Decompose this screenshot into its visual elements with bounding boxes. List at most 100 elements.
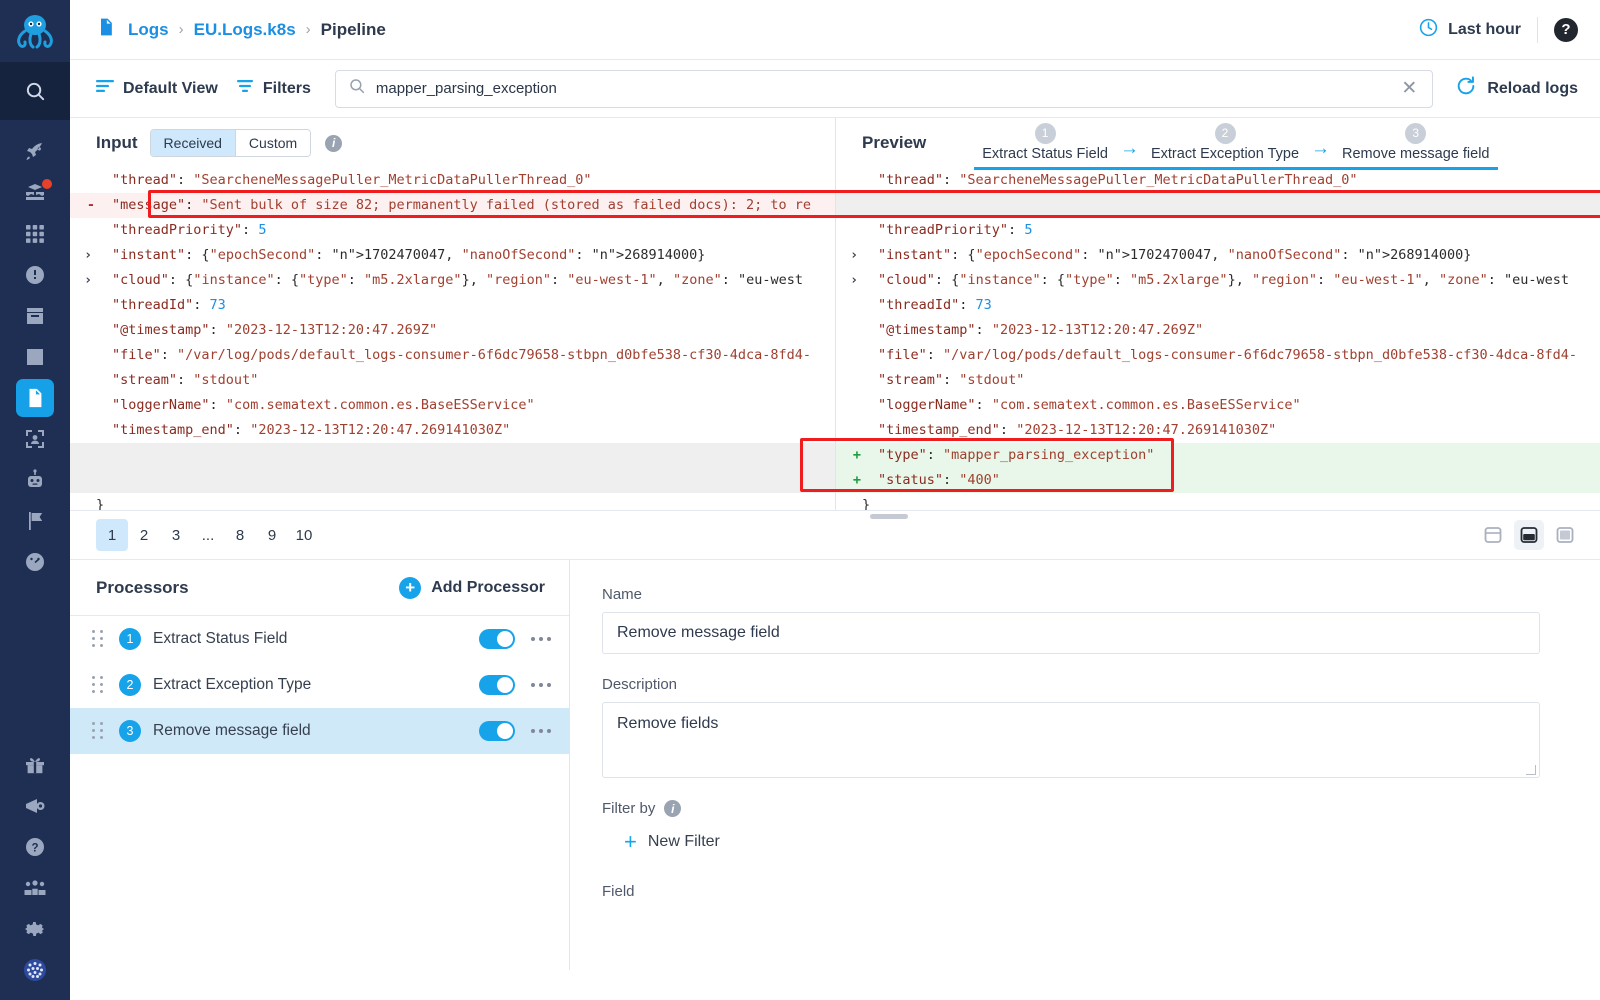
page-button-8[interactable]: 8 xyxy=(224,519,256,551)
processors-header: Processors + Add Processor xyxy=(70,560,569,616)
step-3[interactable]: 3 Remove message field xyxy=(1334,122,1498,162)
page-button-10[interactable]: 10 xyxy=(288,519,320,551)
info-icon[interactable]: i xyxy=(325,134,343,152)
sidebar-item-account-globe-icon[interactable] xyxy=(0,950,70,990)
drag-handle-icon[interactable] xyxy=(92,630,105,648)
sidebar-item-alerts-icon[interactable] xyxy=(0,255,70,295)
processor-detail-form: Name Remove message field Description Re… xyxy=(570,560,1600,970)
add-processor-button[interactable]: + Add Processor xyxy=(399,576,545,599)
help-icon[interactable]: ? xyxy=(1554,17,1578,42)
default-view-button[interactable]: Default View xyxy=(96,78,218,99)
processor-row-2[interactable]: 2 Extract Exception Type xyxy=(70,662,569,708)
chevron-right-icon[interactable]: › xyxy=(84,243,92,268)
step-1[interactable]: 1 Extract Status Field xyxy=(974,122,1116,162)
search-input[interactable] xyxy=(375,80,1389,97)
sidebar-item-inbox-icon[interactable] xyxy=(0,296,70,336)
preview-panel-title: Preview xyxy=(862,133,927,152)
sidebar-item-experience-icon[interactable] xyxy=(0,173,70,213)
filters-button[interactable]: Filters xyxy=(236,78,311,99)
breadcrumb-item-logs[interactable]: Logs xyxy=(128,20,169,40)
sidebar-item-megaphone-icon[interactable] xyxy=(0,786,70,826)
sidebar-item-gift-icon[interactable] xyxy=(0,745,70,785)
page-ellipsis: ... xyxy=(201,526,215,544)
input-source-toggle: Received Custom xyxy=(149,129,312,157)
sidebar-item-metrics-chart-icon[interactable] xyxy=(0,337,70,377)
processor-row-3[interactable]: 3 Remove message field xyxy=(70,708,569,754)
processor-enable-toggle[interactable] xyxy=(478,629,515,649)
preview-json-code[interactable]: "thread": "SearcheneMessagePuller_Metric… xyxy=(836,168,1600,510)
splitter-drag-handle[interactable] xyxy=(870,514,908,519)
clear-search-icon[interactable]: ✕ xyxy=(1398,79,1420,98)
new-filter-label: New Filter xyxy=(647,833,720,850)
sidebar-item-team-icon[interactable] xyxy=(0,868,70,908)
processor-enable-toggle[interactable] xyxy=(478,721,515,741)
sidebar-item-apps-grid-icon[interactable] xyxy=(0,214,70,254)
time-range-picker[interactable]: Last hour xyxy=(1418,17,1521,43)
code-line xyxy=(836,193,1600,218)
code-line: "threadId": 73 xyxy=(112,297,226,313)
chevron-right-icon[interactable]: › xyxy=(850,243,858,268)
svg-text:?: ? xyxy=(31,843,38,855)
drag-handle-icon[interactable] xyxy=(92,722,105,740)
page-button-2[interactable]: 2 xyxy=(128,519,160,551)
info-icon[interactable]: i xyxy=(664,800,682,817)
resize-handle-icon[interactable] xyxy=(1526,765,1536,775)
processor-label: Extract Exception Type xyxy=(153,676,312,693)
diff-viewer: Input Received Custom i "thread": "Searc… xyxy=(70,118,1600,510)
name-field[interactable]: Remove message field xyxy=(602,612,1540,654)
code-line: "thread": "SearcheneMessagePuller_Metric… xyxy=(112,172,592,188)
code-line: "file": "/var/log/pods/default_logs-cons… xyxy=(878,347,1578,363)
reload-logs-label: Reload logs xyxy=(1487,79,1578,97)
sidebar-item-dashboard-gauge-icon[interactable] xyxy=(0,542,70,582)
add-processor-label: Add Processor xyxy=(431,578,545,596)
processor-steps: 1 Extract Status Field → 2 Extract Excep… xyxy=(974,122,1498,170)
page-button-1[interactable]: 1 xyxy=(96,519,128,551)
page-button-9[interactable]: 9 xyxy=(256,519,288,551)
sidebar-item-flag-icon[interactable] xyxy=(0,501,70,541)
reload-logs-button[interactable]: Reload logs xyxy=(1455,75,1578,102)
header-actions: Last hour ? xyxy=(1418,16,1578,43)
code-line: "@timestamp": "2023-12-13T12:20:47.269Z" xyxy=(112,322,438,338)
code-line: "threadPriority": 5 xyxy=(112,222,267,238)
breadcrumb-item-app[interactable]: EU.Logs.k8s xyxy=(194,20,296,40)
sidebar-item-rocket-icon[interactable] xyxy=(0,132,70,172)
sidebar-item-synthetics-robot-icon[interactable] xyxy=(0,460,70,500)
tab-received[interactable]: Received xyxy=(150,130,235,156)
input-panel-header: Input Received Custom i xyxy=(70,118,835,168)
step-label: Remove message field xyxy=(1342,145,1490,162)
drag-handle-icon[interactable] xyxy=(92,676,105,694)
tab-custom[interactable]: Custom xyxy=(234,130,311,156)
sidebar-item-real-user-monitoring-icon[interactable] xyxy=(0,419,70,459)
search-box[interactable]: ✕ xyxy=(334,69,1434,108)
chevron-right-icon[interactable]: › xyxy=(84,268,92,293)
layout-full-icon[interactable] xyxy=(1550,520,1580,550)
more-options-icon[interactable] xyxy=(530,728,551,734)
list-view-icon xyxy=(96,78,114,99)
sidebar-item-logs-document-icon[interactable] xyxy=(0,378,70,418)
logs-toolbar: Default View Filters ✕ Reload logs xyxy=(70,60,1600,118)
sidebar-item-help-question-icon[interactable]: ? xyxy=(0,827,70,867)
layout-top-icon[interactable] xyxy=(1478,520,1508,550)
chevron-right-icon[interactable]: › xyxy=(850,268,858,293)
code-line: "timestamp_end": "2023-12-13T12:20:47.26… xyxy=(112,422,511,438)
more-options-icon[interactable] xyxy=(530,636,551,642)
description-field[interactable]: Remove fields xyxy=(602,702,1540,778)
code-line: › "cloud": {"instance": {"type": "m5.2xla… xyxy=(836,268,1600,293)
more-options-icon[interactable] xyxy=(530,682,551,688)
step-number: 2 xyxy=(1214,122,1236,144)
description-label: Description xyxy=(602,676,678,693)
input-json-code[interactable]: "thread": "SearcheneMessagePuller_Metric… xyxy=(70,168,835,510)
layout-split-icon[interactable] xyxy=(1514,520,1544,550)
new-filter-button[interactable]: + New Filter xyxy=(624,831,1540,853)
page-button-3[interactable]: 3 xyxy=(160,519,192,551)
preview-panel-header: Preview 1 Extract Status Field → 2 Extra… xyxy=(836,118,1600,170)
processor-row-1[interactable]: 1 Extract Status Field xyxy=(70,616,569,662)
rail-bottom-group: ? xyxy=(0,744,70,1000)
processor-enable-toggle[interactable] xyxy=(478,675,515,695)
search-icon xyxy=(348,77,366,100)
step-2[interactable]: 2 Extract Exception Type xyxy=(1143,122,1307,162)
rail-search-button[interactable] xyxy=(0,62,70,120)
processor-label: Extract Status Field xyxy=(153,630,288,647)
sidebar-item-settings-gear-icon[interactable] xyxy=(0,909,70,949)
octopus-logo[interactable] xyxy=(0,0,70,62)
